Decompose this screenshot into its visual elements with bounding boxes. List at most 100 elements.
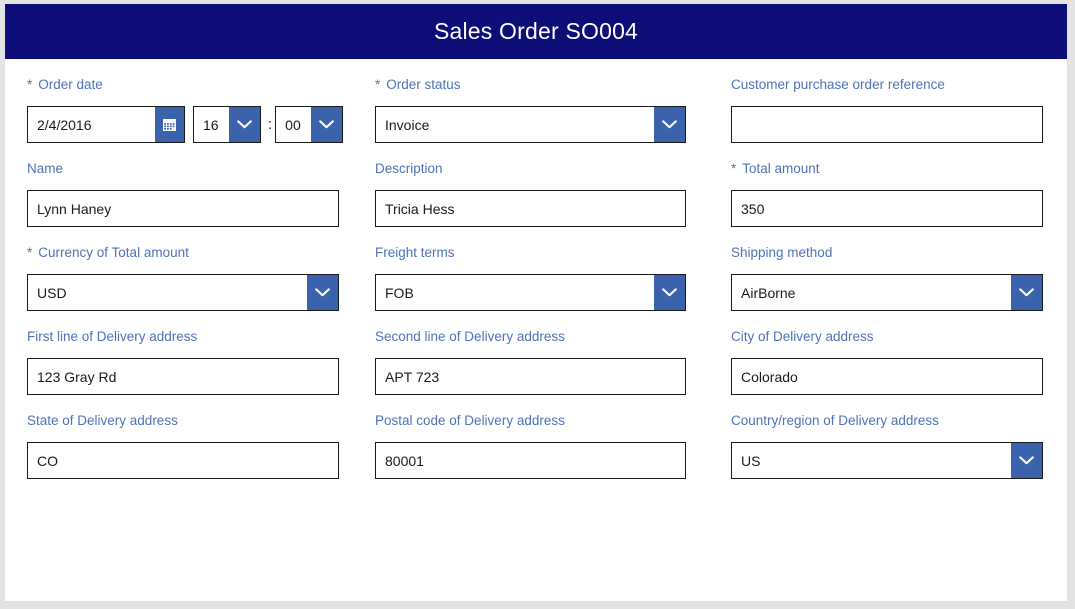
field-delivery-address-line2: Second line of Delivery address APT 723: [375, 311, 731, 395]
label-text: Freight terms: [375, 245, 455, 260]
delivery-postal-code-input[interactable]: 80001: [375, 442, 686, 479]
label-customer-po-reference: Customer purchase order reference: [731, 77, 1051, 93]
delivery-city-value: Colorado: [741, 368, 798, 385]
order-time-minute-stepper[interactable]: 00: [275, 106, 344, 143]
delivery-address-line1-value: 123 Gray Rd: [37, 368, 117, 385]
delivery-country-value: US: [741, 452, 761, 469]
label-text: Order status: [386, 77, 461, 92]
shipping-method-select[interactable]: AirBorne: [731, 274, 1043, 311]
window-title-bar: Sales Order SO004: [5, 4, 1067, 59]
delivery-postal-code-value: 80001: [385, 452, 424, 469]
order-time-hour-dropdown-button[interactable]: [229, 107, 260, 142]
delivery-address-line2-value: APT 723: [385, 368, 440, 385]
label-order-date: * Order date: [27, 77, 375, 93]
form-row-5: State of Delivery address CO Postal code…: [5, 395, 1067, 479]
currency-value: USD: [37, 284, 67, 301]
field-delivery-city: City of Delivery address Colorado: [731, 311, 1051, 395]
time-separator: :: [268, 116, 273, 133]
label-currency-of-total-amount: * Currency of Total amount: [27, 245, 375, 261]
label-text: Customer purchase order reference: [731, 77, 945, 92]
label-freight-terms: Freight terms: [375, 245, 731, 261]
sales-order-form: * Order date 2/4/2016 16: 00 * Order st…: [5, 59, 1067, 479]
required-asterisk: *: [375, 77, 381, 92]
order-time-minute-value[interactable]: 00: [276, 107, 311, 142]
label-description: Description: [375, 161, 731, 177]
order-status-select[interactable]: Invoice: [375, 106, 686, 143]
chevron-down-icon: [662, 288, 677, 297]
total-amount-value: 350: [741, 200, 765, 217]
field-delivery-address-line1: First line of Delivery address 123 Gray …: [5, 311, 375, 395]
field-total-amount: * Total amount 350: [731, 143, 1051, 227]
label-text: Postal code of Delivery address: [375, 413, 565, 428]
name-input[interactable]: Lynn Haney: [27, 190, 339, 227]
order-date-input-group[interactable]: 2/4/2016: [27, 106, 185, 143]
chevron-down-icon: [319, 120, 335, 129]
currency-select[interactable]: USD: [27, 274, 339, 311]
label-delivery-state: State of Delivery address: [27, 413, 375, 429]
delivery-country-select[interactable]: US: [731, 442, 1043, 479]
delivery-country-dropdown-button[interactable]: [1011, 443, 1042, 478]
order-time-hour-stepper[interactable]: 16: [193, 106, 261, 143]
field-name: Name Lynn Haney: [5, 143, 375, 227]
required-asterisk: *: [731, 161, 737, 176]
order-time-hour-value[interactable]: 16: [194, 107, 229, 142]
form-row-1: * Order date 2/4/2016 16: 00 * Order st…: [5, 59, 1067, 143]
field-delivery-state: State of Delivery address CO: [5, 395, 375, 479]
label-order-status: * Order status: [375, 77, 731, 93]
label-text: Name: [27, 161, 64, 176]
name-value: Lynn Haney: [37, 200, 112, 217]
label-text: Order date: [38, 77, 103, 92]
label-text: Second line of Delivery address: [375, 329, 565, 344]
calendar-icon: [163, 119, 176, 131]
label-delivery-address-line1: First line of Delivery address: [27, 329, 375, 345]
freight-terms-value: FOB: [385, 284, 414, 301]
chevron-down-icon: [1019, 288, 1034, 297]
form-row-3: * Currency of Total amount USD Freight te…: [5, 227, 1067, 311]
freight-terms-dropdown-button[interactable]: [654, 275, 685, 310]
freight-terms-select[interactable]: FOB: [375, 274, 686, 311]
sales-order-form-window: Sales Order SO004 * Order date 2/4/2016: [0, 0, 1075, 609]
order-date-value[interactable]: 2/4/2016: [28, 107, 155, 142]
field-currency-of-total-amount: * Currency of Total amount USD: [5, 227, 375, 311]
customer-po-reference-input[interactable]: [731, 106, 1043, 143]
label-text: Description: [375, 161, 443, 176]
chevron-down-icon: [237, 120, 252, 129]
field-order-status: * Order status Invoice: [375, 59, 731, 143]
label-text: Country/region of Delivery address: [731, 413, 939, 428]
label-total-amount: * Total amount: [731, 161, 1051, 177]
currency-dropdown-button[interactable]: [307, 275, 338, 310]
field-order-date: * Order date 2/4/2016 16: 00: [5, 59, 375, 143]
order-date-controls: 2/4/2016 16: 00: [27, 106, 375, 143]
chevron-down-icon: [662, 120, 677, 129]
delivery-state-value: CO: [37, 452, 58, 469]
label-text: First line of Delivery address: [27, 329, 198, 344]
form-row-2: Name Lynn Haney Description Tricia Hess …: [5, 143, 1067, 227]
label-name: Name: [27, 161, 375, 177]
field-shipping-method: Shipping method AirBorne: [731, 227, 1051, 311]
label-shipping-method: Shipping method: [731, 245, 1051, 261]
total-amount-input[interactable]: 350: [731, 190, 1043, 227]
label-text: State of Delivery address: [27, 413, 178, 428]
form-row-4: First line of Delivery address 123 Gray …: [5, 311, 1067, 395]
label-text: City of Delivery address: [731, 329, 874, 344]
order-status-value: Invoice: [385, 116, 430, 133]
delivery-address-line1-input[interactable]: 123 Gray Rd: [27, 358, 339, 395]
field-description: Description Tricia Hess: [375, 143, 731, 227]
order-status-dropdown-button[interactable]: [654, 107, 685, 142]
shipping-method-dropdown-button[interactable]: [1011, 275, 1042, 310]
label-delivery-address-line2: Second line of Delivery address: [375, 329, 731, 345]
page-title: Sales Order SO004: [433, 18, 639, 44]
field-freight-terms: Freight terms FOB: [375, 227, 731, 311]
required-asterisk: *: [27, 77, 33, 92]
order-time-minute-dropdown-button[interactable]: [311, 107, 343, 142]
delivery-city-input[interactable]: Colorado: [731, 358, 1043, 395]
delivery-address-line2-input[interactable]: APT 723: [375, 358, 686, 395]
label-delivery-city: City of Delivery address: [731, 329, 1051, 345]
chevron-down-icon: [1019, 456, 1034, 465]
calendar-picker-button[interactable]: [155, 107, 184, 142]
description-input[interactable]: Tricia Hess: [375, 190, 686, 227]
shipping-method-value: AirBorne: [741, 284, 796, 301]
delivery-state-input[interactable]: CO: [27, 442, 339, 479]
label-delivery-country: Country/region of Delivery address: [731, 413, 1051, 429]
label-delivery-postal-code: Postal code of Delivery address: [375, 413, 731, 429]
